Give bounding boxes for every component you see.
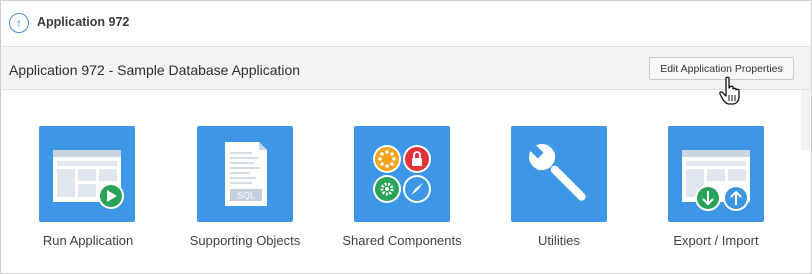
sql-badge: SQL bbox=[237, 191, 255, 201]
export-import-icon bbox=[682, 150, 750, 211]
supporting-objects-tile[interactable]: SQL bbox=[197, 126, 293, 222]
top-bar: ↑ Application 972 bbox=[1, 1, 811, 47]
utilities-tile[interactable] bbox=[511, 126, 607, 222]
shared-components-label[interactable]: Shared Components bbox=[327, 233, 477, 248]
page-title: Application 972 - Sample Database Applic… bbox=[9, 62, 301, 78]
utilities-label[interactable]: Utilities bbox=[484, 233, 634, 248]
wrench-icon bbox=[527, 142, 586, 201]
run-application-icon bbox=[53, 150, 124, 209]
scrollbar[interactable] bbox=[801, 90, 810, 150]
shared-components-icon bbox=[373, 145, 431, 203]
export-import-tile[interactable] bbox=[668, 126, 764, 222]
breadcrumb-title: Application 972 bbox=[37, 15, 130, 29]
shared-components-tile[interactable] bbox=[354, 126, 450, 222]
run-application-label[interactable]: Run Application bbox=[13, 233, 163, 248]
hand-cursor-icon bbox=[719, 76, 740, 105]
supporting-objects-icon: SQL bbox=[225, 142, 267, 206]
export-import-label[interactable]: Export / Import bbox=[641, 233, 791, 248]
run-application-tile[interactable] bbox=[39, 126, 135, 222]
supporting-objects-label[interactable]: Supporting Objects bbox=[170, 233, 320, 248]
app-page: ↑ Application 972 Application 972 - Samp… bbox=[0, 0, 812, 274]
arrow-up-circle-icon[interactable]: ↑ bbox=[9, 13, 29, 33]
